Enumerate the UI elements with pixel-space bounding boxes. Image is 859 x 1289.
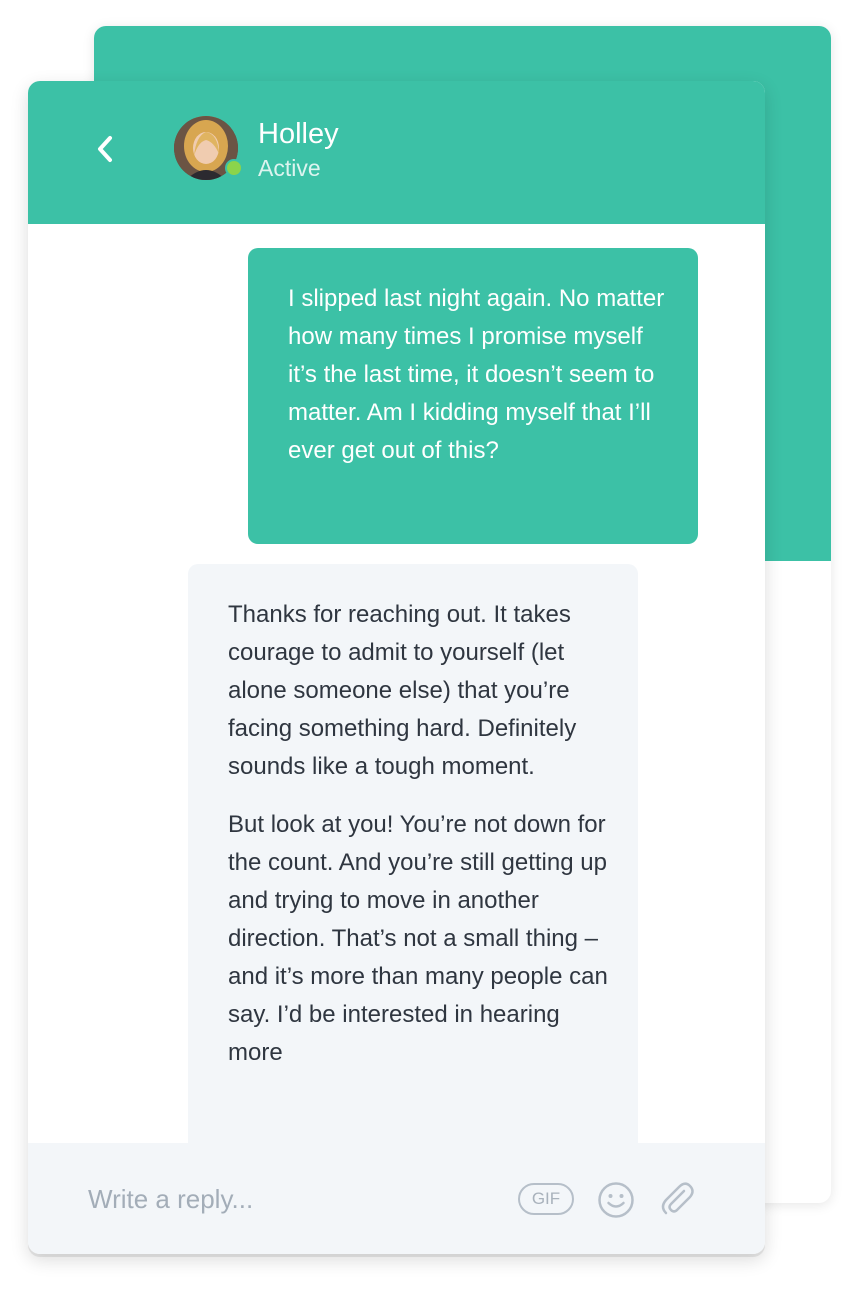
attach-button[interactable] [657, 1179, 697, 1219]
paperclip-icon [661, 1182, 694, 1215]
message-list[interactable]: I slipped last night again. No matter ho… [28, 224, 765, 1143]
back-button[interactable] [90, 127, 120, 171]
contact-status: Active [258, 155, 321, 181]
sent-message-text: I slipped last night again. No matter ho… [288, 285, 665, 464]
presence-indicator [225, 159, 243, 177]
gif-button[interactable]: GIF [518, 1183, 574, 1215]
smiley-icon [598, 1182, 634, 1218]
received-message: Thanks for reaching out. It takes courag… [188, 564, 638, 1143]
chevron-left-icon [98, 136, 112, 162]
contact-name: Holley [258, 118, 339, 150]
received-message-paragraph-2: But look at you! You’re not down for the… [228, 811, 608, 1066]
reply-input[interactable] [88, 1181, 488, 1217]
sent-message: I slipped last night again. No matter ho… [248, 248, 698, 544]
emoji-button[interactable] [597, 1181, 635, 1219]
chat-window: Holley Active I slipped last night again… [28, 81, 765, 1254]
reply-composer: GIF [28, 1143, 765, 1254]
chat-header: Holley Active [28, 81, 765, 224]
received-message-paragraph-1: Thanks for reaching out. It takes courag… [228, 601, 577, 780]
